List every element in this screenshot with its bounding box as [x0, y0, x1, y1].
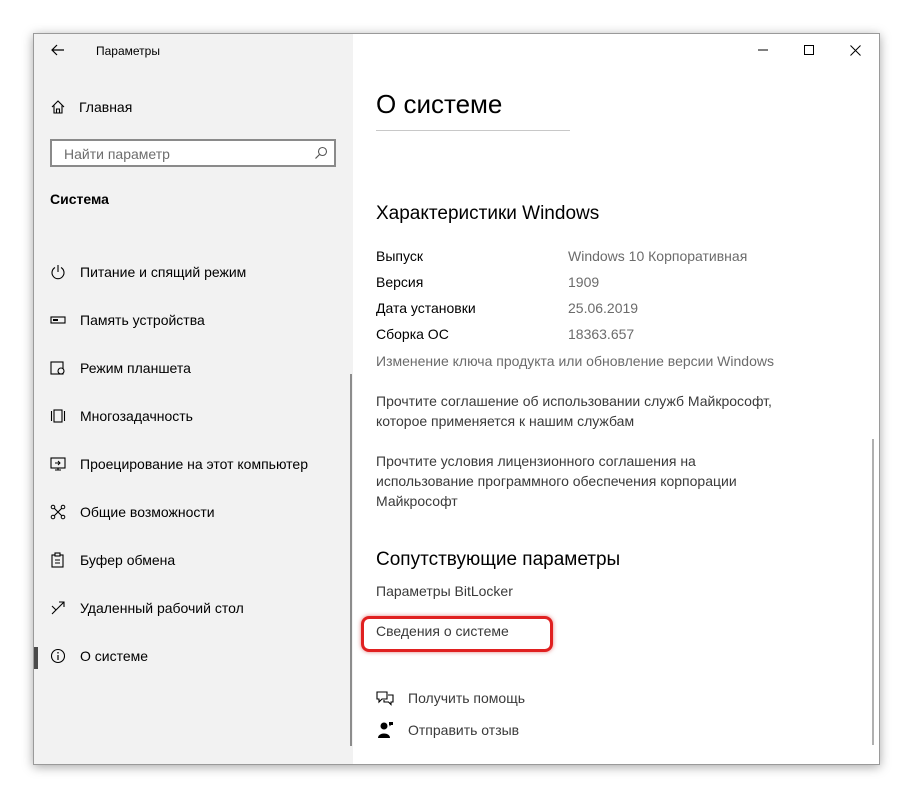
spec-value: 1909 [568, 274, 600, 290]
close-button[interactable] [832, 34, 878, 66]
main-scrollbar[interactable] [872, 439, 874, 745]
search-input[interactable] [62, 145, 306, 163]
sidebar-item-power[interactable]: Питание и спящий режим [34, 250, 353, 294]
home-icon [51, 100, 65, 114]
services-agreement-link[interactable]: Прочтите соглашение об использовании слу… [376, 391, 806, 431]
page-title: О системе [376, 89, 503, 119]
close-icon [849, 44, 861, 56]
multitasking-icon [50, 408, 66, 424]
tablet-mode-icon [50, 360, 66, 376]
sidebar-item-multitasking[interactable]: Многозадачность [34, 394, 353, 438]
main-panel: О системе Характеристики Windows Выпуск … [353, 34, 879, 764]
windows-specs-heading: Характеристики Windows [376, 203, 600, 224]
back-button[interactable] [46, 38, 70, 62]
sidebar-item-label: Главная [79, 99, 133, 115]
spec-key: Выпуск [376, 248, 423, 264]
system-info-link[interactable]: Сведения о системе [376, 621, 509, 641]
sidebar-item-home[interactable]: Главная [50, 96, 132, 118]
spec-value: 18363.657 [568, 326, 635, 342]
remote-desktop-icon [50, 600, 66, 616]
feedback-person-icon [378, 722, 393, 738]
sidebar-item-label: Общие возможности [80, 504, 215, 520]
power-icon [50, 264, 66, 280]
give-feedback-label: Отправить отзыв [408, 722, 520, 738]
change-product-key-link[interactable]: Изменение ключа продукта или обновление … [376, 351, 836, 371]
spec-value: 25.06.2019 [568, 300, 639, 316]
title-underline [376, 130, 570, 131]
spec-key: Версия [376, 274, 424, 290]
sidebar-item-label: Удаленный рабочий стол [80, 600, 244, 616]
search-icon[interactable] [314, 146, 328, 160]
sidebar-item-remote-desktop[interactable]: Удаленный рабочий стол [34, 586, 353, 630]
sidebar-item-storage[interactable]: Память устройства [34, 298, 353, 342]
settings-window: Параметры Главная Система Питание и спящ… [33, 33, 880, 765]
help-chat-icon [376, 691, 394, 706]
spec-key: Сборка ОС [376, 326, 449, 342]
sidebar-item-label: Многозадачность [80, 408, 193, 424]
sidebar-item-label: Питание и спящий режим [80, 264, 247, 280]
search-box[interactable] [50, 139, 336, 167]
storage-icon [50, 312, 66, 328]
sidebar-item-label: Проецирование на этот компьютер [80, 456, 308, 472]
sidebar: Параметры Главная Система Питание и спящ… [34, 34, 353, 764]
maximize-button[interactable] [786, 34, 832, 66]
maximize-icon [804, 45, 814, 55]
sidebar-item-shared-experiences[interactable]: Общие возможности [34, 490, 353, 534]
sidebar-item-about[interactable]: О системе [34, 634, 353, 678]
minimize-button[interactable] [740, 34, 786, 66]
sidebar-item-label: О системе [80, 648, 149, 664]
info-icon [50, 648, 66, 664]
sidebar-item-label: Память устройства [80, 312, 205, 328]
window-title: Параметры [96, 44, 160, 58]
clipboard-icon [50, 552, 66, 568]
sidebar-item-clipboard[interactable]: Буфер обмена [34, 538, 353, 582]
sidebar-item-label: Режим планшета [80, 360, 191, 376]
shared-experiences-icon [50, 504, 66, 520]
spec-value: Windows 10 Корпоративная [568, 248, 748, 264]
get-help-link[interactable]: Получить помощь [376, 688, 525, 708]
sidebar-item-projecting[interactable]: Проецирование на этот компьютер [34, 442, 353, 486]
get-help-label: Получить помощь [408, 690, 526, 706]
spec-key: Дата установки [376, 300, 476, 316]
minimize-icon [758, 49, 768, 51]
sidebar-item-tablet-mode[interactable]: Режим планшета [34, 346, 353, 390]
back-arrow-icon [51, 44, 64, 56]
give-feedback-link[interactable]: Отправить отзыв [376, 720, 519, 740]
projecting-icon [50, 456, 66, 472]
related-settings-heading: Сопутствующие параметры [376, 549, 621, 570]
section-title: Система [50, 191, 109, 207]
sidebar-scrollbar[interactable] [350, 374, 352, 746]
bitlocker-settings-link[interactable]: Параметры BitLocker [376, 581, 513, 601]
sidebar-item-label: Буфер обмена [80, 552, 176, 568]
license-terms-link[interactable]: Прочтите условия лицензионного соглашени… [376, 451, 776, 511]
